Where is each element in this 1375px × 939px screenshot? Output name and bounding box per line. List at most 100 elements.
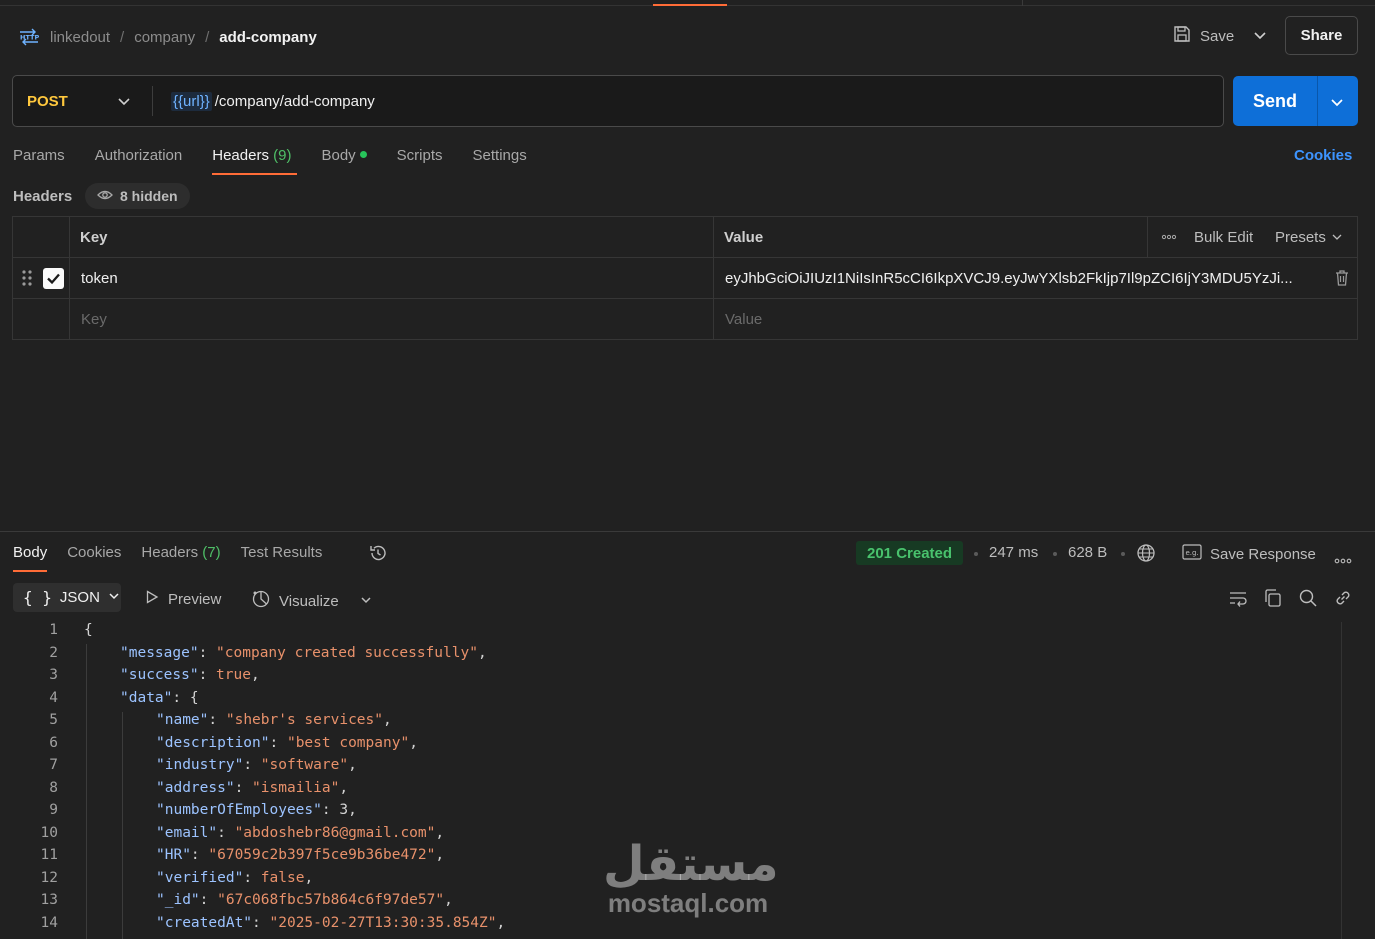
send-divider (1317, 76, 1318, 126)
cookies-link[interactable]: Cookies (1294, 147, 1352, 164)
header-enabled-checkbox[interactable] (43, 268, 64, 289)
tab-params[interactable]: Params (13, 143, 65, 175)
url-variable[interactable]: {{url}} (171, 91, 212, 111)
save-response-button[interactable]: e.g. Save Response (1182, 544, 1316, 564)
wrap-lines-icon[interactable] (1228, 588, 1248, 612)
more-options-icon[interactable] (1161, 217, 1177, 257)
response-tab-test-results[interactable]: Test Results (241, 540, 323, 572)
tab-headers[interactable]: Headers (9) (212, 143, 298, 175)
code-line: 9 "numberOfEmployees": 3, (0, 802, 1340, 824)
url-input[interactable]: {{url}} /company/add-company (171, 76, 375, 126)
response-pane-divider[interactable] (0, 531, 1375, 532)
response-tab-headers-label: Headers (141, 544, 199, 561)
presets-label: Presets (1275, 228, 1326, 246)
code-text: "message": "company created successfully… (120, 644, 487, 661)
save-label: Save (1200, 27, 1235, 45)
tab-body-label: Body (321, 147, 356, 164)
code-text: "name": "shebr's services", (156, 712, 392, 728)
response-tabs: Body Cookies Headers (7) Test Results (13, 540, 342, 572)
tab-authorization[interactable]: Authorization (95, 143, 183, 175)
line-number: 1 (49, 622, 58, 638)
response-size[interactable]: 628 B (1068, 544, 1107, 561)
tab-settings[interactable]: Settings (473, 143, 527, 175)
response-tab-headers[interactable]: Headers (7) (141, 540, 220, 572)
hidden-headers-toggle[interactable]: 8 hidden (85, 183, 190, 209)
request-url-bar: POST {{url}} /company/add-company (12, 75, 1224, 127)
response-format-select[interactable]: { } JSON (13, 583, 121, 612)
tab-headers-label: Headers (212, 147, 269, 164)
copy-icon[interactable] (1263, 588, 1283, 612)
breadcrumb-separator: / (120, 28, 125, 46)
code-text: "success": true, (120, 667, 260, 683)
send-button[interactable]: Send (1233, 76, 1358, 126)
tab-divider (1022, 0, 1023, 6)
http-method-select[interactable]: POST (13, 76, 151, 126)
trash-icon[interactable] (1335, 258, 1349, 298)
new-header-key-input[interactable]: Key (81, 299, 107, 339)
http-request-icon: HTTP (18, 28, 40, 46)
link-icon[interactable] (1333, 588, 1353, 612)
response-tab-cookies[interactable]: Cookies (67, 540, 121, 572)
globe-icon[interactable] (1136, 543, 1156, 567)
header-key-cell[interactable]: token (81, 258, 118, 298)
save-button[interactable]: Save (1172, 24, 1234, 48)
breadcrumb-current-request[interactable]: add-company (219, 29, 317, 46)
bulk-edit-button[interactable]: Bulk Edit (1194, 217, 1253, 257)
save-response-label: Save Response (1210, 545, 1316, 563)
editor-scrollbar[interactable] (1341, 622, 1342, 939)
window-top-strip (0, 0, 1375, 6)
line-number: 13 (40, 892, 58, 908)
headers-section-title: Headers (13, 188, 73, 205)
line-number: 2 (49, 644, 58, 661)
response-tab-body[interactable]: Body (13, 540, 48, 572)
breadcrumb-item-folder[interactable]: company (134, 29, 195, 46)
eye-icon (97, 188, 113, 204)
meta-separator (974, 552, 978, 556)
line-number: 4 (49, 689, 58, 706)
breadcrumb-separator: / (205, 28, 210, 46)
drag-handle-icon[interactable] (22, 270, 32, 290)
share-button[interactable]: Share (1285, 16, 1358, 55)
visualize-button[interactable]: Visualize (251, 589, 339, 613)
chevron-down-icon (117, 95, 131, 113)
preview-button[interactable]: Preview (144, 589, 221, 609)
code-line: 4 "data": { (0, 690, 1340, 712)
line-number: 8 (49, 779, 58, 796)
active-tab-indicator (653, 4, 727, 6)
tab-scripts[interactable]: Scripts (397, 143, 443, 175)
header-value-cell[interactable]: eyJhbGciOiJIUzI1NiIsInR5cCI6IkpXVCJ9.eyJ… (725, 258, 1315, 298)
history-icon[interactable] (368, 543, 388, 567)
visualize-options-chevron-down-icon[interactable] (360, 593, 372, 610)
new-header-value-input[interactable]: Value (725, 299, 762, 339)
code-text: "description": "best company", (156, 734, 418, 751)
column-header-value: Value (724, 228, 764, 246)
chevron-down-icon (108, 589, 120, 606)
meta-separator (1121, 552, 1125, 556)
code-text: "numberOfEmployees": 3, (156, 802, 357, 818)
code-text: { (84, 622, 93, 638)
response-time[interactable]: 247 ms (989, 544, 1038, 561)
indent-guide (86, 644, 87, 939)
save-icon (1172, 24, 1192, 48)
watermark-arabic-text: مستقل (603, 836, 779, 892)
code-text: "data": { (120, 689, 199, 706)
meta-separator (1053, 552, 1057, 556)
more-options-icon[interactable] (1334, 551, 1352, 568)
svg-text:e.g.: e.g. (1186, 549, 1199, 557)
status-badge[interactable]: 201 Created (856, 541, 964, 565)
breadcrumb-item-workspace[interactable]: linkedout (50, 29, 110, 46)
code-text: "HR": "67059c2b397f5ce9b36be472", (156, 847, 445, 863)
play-icon (144, 589, 160, 609)
line-number: 9 (49, 802, 58, 818)
table-row: token eyJhbGciOiJIUzI1NiIsInR5cCI6IkpXVC… (13, 258, 1357, 299)
send-options-chevron-down-icon[interactable] (1330, 94, 1344, 115)
save-options-chevron-down-icon[interactable] (1253, 29, 1267, 47)
response-format-label: JSON (59, 589, 100, 606)
presets-dropdown[interactable]: Presets (1275, 217, 1342, 257)
example-icon: e.g. (1182, 544, 1202, 564)
code-line: 3 "success": true, (0, 667, 1340, 689)
mostaql-watermark: مستقل mostaql.com (603, 836, 779, 918)
tab-body[interactable]: Body (321, 143, 367, 175)
code-text: "industry": "software", (156, 757, 357, 773)
search-icon[interactable] (1298, 588, 1318, 612)
